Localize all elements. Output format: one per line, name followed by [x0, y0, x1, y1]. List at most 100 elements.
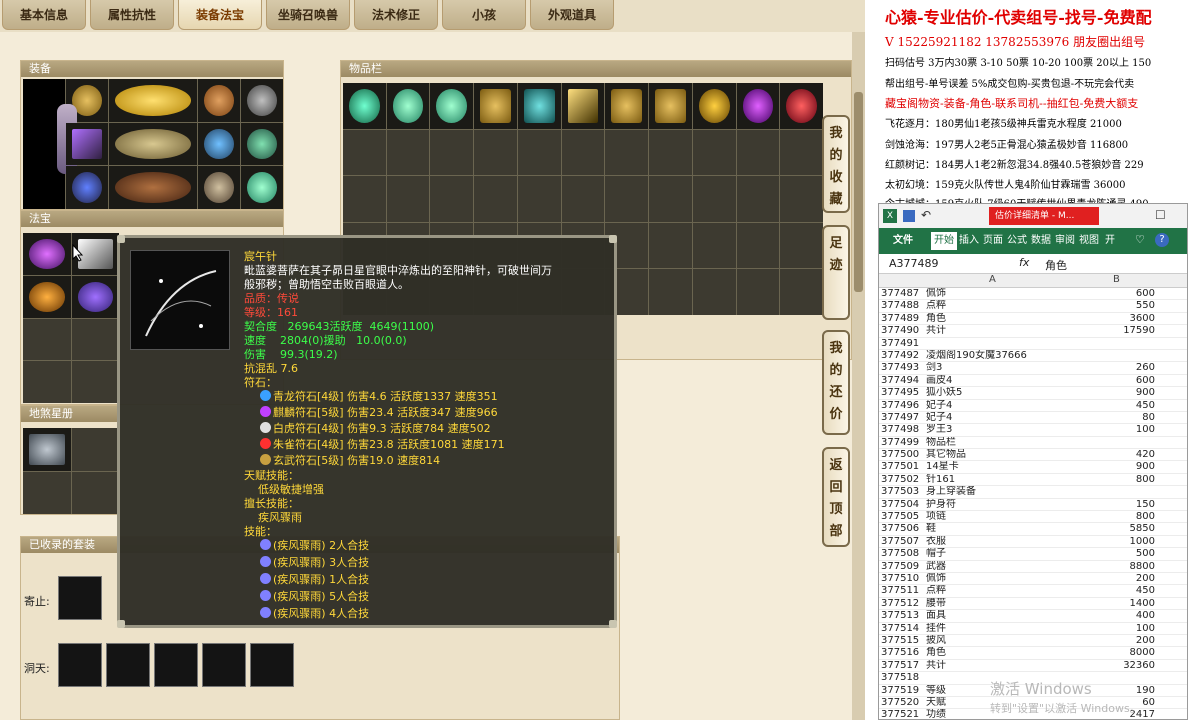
inv-slot[interactable]: [430, 83, 474, 129]
cell-b[interactable]: 17590: [1061, 325, 1155, 337]
cell-a[interactable]: 衣服: [926, 536, 1056, 548]
inv-slot[interactable]: [780, 83, 823, 129]
table-row[interactable]: 377493 剑3 260: [879, 362, 1187, 375]
cell-b[interactable]: 900: [1061, 461, 1155, 473]
cell-b[interactable]: 800: [1061, 474, 1155, 486]
cell-a[interactable]: 角色: [926, 647, 1056, 659]
cell-a[interactable]: 物品栏: [926, 437, 1056, 449]
tab-appearance[interactable]: 外观道具: [530, 0, 614, 30]
column-b-header[interactable]: B: [1113, 274, 1120, 285]
fabao-slot-3[interactable]: [23, 275, 71, 318]
cell-b[interactable]: 8000: [1061, 647, 1155, 659]
inv-slot[interactable]: [517, 83, 561, 129]
table-row[interactable]: 377490 共计 17590: [879, 325, 1187, 338]
cell-a[interactable]: 面具: [926, 610, 1056, 622]
cell-b[interactable]: 100: [1061, 623, 1155, 635]
table-row[interactable]: 377515 披风 200: [879, 635, 1187, 648]
table-row[interactable]: 377511 点粹 450: [879, 585, 1187, 598]
table-row[interactable]: 377505 项链 800: [879, 511, 1187, 524]
ribbon-tab-insert[interactable]: 插入: [959, 232, 979, 250]
equip-slot-ring[interactable]: [198, 122, 240, 166]
cell-b[interactable]: 550: [1061, 300, 1155, 312]
table-row[interactable]: 377492 凌烟阁190女魔37666: [879, 350, 1187, 363]
inv-slot[interactable]: [692, 83, 736, 129]
restore-icon[interactable]: ☐: [1155, 208, 1166, 222]
undo-icon[interactable]: ↶: [921, 208, 931, 222]
suit-icon[interactable]: [154, 643, 198, 687]
column-a-header[interactable]: A: [989, 274, 996, 285]
table-row[interactable]: 377487 佩饰 600: [879, 288, 1187, 301]
table-row[interactable]: 377516 角色 8000: [879, 647, 1187, 660]
cell-b[interactable]: 500: [1061, 548, 1155, 560]
tiansha-slot-4[interactable]: [71, 471, 119, 514]
table-row[interactable]: 377500 其它物品 420: [879, 449, 1187, 462]
cell-a[interactable]: 共计: [926, 660, 1056, 672]
cell-b[interactable]: 260: [1061, 362, 1155, 374]
cell-a[interactable]: 画皮4: [926, 375, 1056, 387]
fabao-slot-6[interactable]: [71, 318, 119, 361]
table-row[interactable]: 377489 角色 3600: [879, 313, 1187, 326]
inv-slot[interactable]: [561, 83, 605, 129]
cell-a[interactable]: 剑3: [926, 362, 1056, 374]
table-row[interactable]: 377508 帽子 500: [879, 548, 1187, 561]
equip-slot-weapon[interactable]: [66, 122, 108, 166]
cell-a[interactable]: 披风: [926, 635, 1056, 647]
cell-b[interactable]: 200: [1061, 635, 1155, 647]
cell-b[interactable]: 900: [1061, 387, 1155, 399]
tab-equipment[interactable]: 装备法宝: [178, 0, 262, 30]
table-row[interactable]: 377499 物品栏: [879, 437, 1187, 450]
ribbon-tab-more[interactable]: 开: [1105, 232, 1115, 250]
ribbon-tab-review[interactable]: 审阅: [1055, 232, 1075, 250]
cell-b[interactable]: 3600: [1061, 313, 1155, 325]
suit-icon[interactable]: [106, 643, 150, 687]
equip-slot-armor[interactable]: [109, 122, 197, 166]
equip-slot-shoes[interactable]: [109, 166, 197, 209]
cell-a[interactable]: 针161: [926, 474, 1056, 486]
cell-b[interactable]: 32360: [1061, 660, 1155, 672]
cell-a[interactable]: 点粹: [926, 300, 1056, 312]
cell-a[interactable]: 护身符: [926, 499, 1056, 511]
cell-b[interactable]: 150: [1061, 499, 1155, 511]
inv-slot[interactable]: [605, 83, 649, 129]
cell-a[interactable]: 狐小妖5: [926, 387, 1056, 399]
favorites-button[interactable]: 我的收藏: [822, 115, 850, 213]
ribbon-tab-view[interactable]: 视图: [1079, 232, 1099, 250]
table-row[interactable]: 377497 妃子4 80: [879, 412, 1187, 425]
cell-a[interactable]: 佩饰: [926, 573, 1056, 585]
fabao-slot-5[interactable]: [23, 318, 71, 361]
equip-slot-pendant[interactable]: [66, 166, 108, 209]
cell-a[interactable]: 其它物品: [926, 449, 1056, 461]
inv-slot[interactable]: [386, 83, 430, 129]
back-to-top-button[interactable]: 返回顶部: [822, 447, 850, 547]
save-icon[interactable]: [903, 210, 915, 222]
table-row[interactable]: 377502 针161 800: [879, 474, 1187, 487]
equip-slot-necklace[interactable]: [241, 79, 283, 122]
inv-slot[interactable]: [343, 83, 386, 129]
tab-basic[interactable]: 基本信息: [2, 0, 86, 30]
equip-slot-jade[interactable]: [241, 122, 283, 166]
footprint-button[interactable]: 足迹: [822, 225, 850, 320]
ribbon-tab-formula[interactable]: 公式: [1007, 232, 1027, 250]
equip-slot-flower[interactable]: [109, 79, 197, 122]
cell-a[interactable]: 14星卡: [926, 461, 1056, 473]
cell-a[interactable]: 腰带: [926, 598, 1056, 610]
cell-b[interactable]: 1400: [1061, 598, 1155, 610]
table-row[interactable]: 377517 共计 32360: [879, 660, 1187, 673]
fabao-slot-1[interactable]: [23, 233, 71, 275]
tab-child[interactable]: 小孩: [442, 0, 526, 30]
table-row[interactable]: 377514 挂件 100: [879, 623, 1187, 635]
tiansha-slot-1[interactable]: [23, 428, 71, 471]
cell-b[interactable]: 420: [1061, 449, 1155, 461]
tab-mounts[interactable]: 坐骑召唤兽: [266, 0, 350, 30]
cell-b[interactable]: 450: [1061, 585, 1155, 597]
table-row[interactable]: 377510 佩饰 200: [879, 573, 1187, 586]
table-row[interactable]: 377513 面具 400: [879, 610, 1187, 623]
cell-b[interactable]: 800: [1061, 511, 1155, 523]
tab-attributes[interactable]: 属性抗性: [90, 0, 174, 30]
table-row[interactable]: 377501 14星卡 900: [879, 461, 1187, 474]
cell-a[interactable]: 项链: [926, 511, 1056, 523]
ribbon-tab-data[interactable]: 数据: [1031, 232, 1051, 250]
table-row[interactable]: 377503 身上穿装备: [879, 486, 1187, 499]
table-row[interactable]: 377496 妃子4 450: [879, 400, 1187, 412]
inv-slot[interactable]: [474, 83, 517, 129]
